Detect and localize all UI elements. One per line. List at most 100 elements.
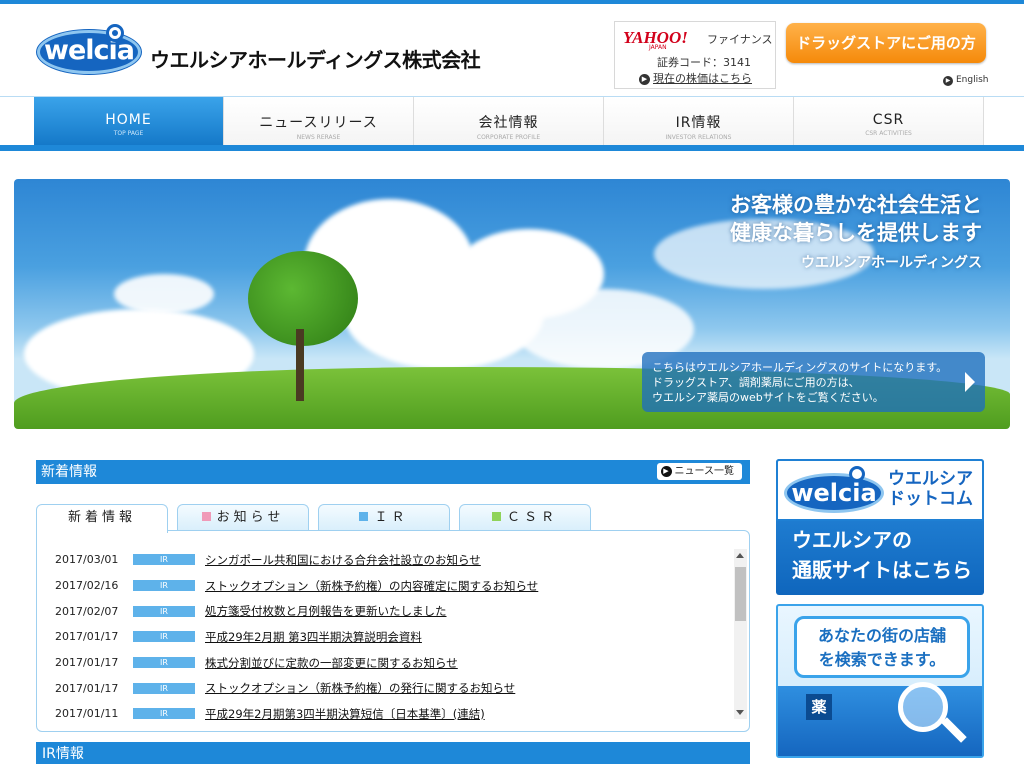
news-section-header: 新着情報 ニュース一覧 <box>36 460 750 484</box>
news-list-button[interactable]: ニュース一覧 <box>656 463 742 480</box>
hero-box-line2: ドラッグストア、調剤薬局にご用の方は、 <box>652 376 860 389</box>
ir-heading: IR情報 <box>42 746 84 762</box>
banner-logo-text: welcia <box>791 479 877 507</box>
news-title-link[interactable]: 平成29年2月期 第3四半期決算説明会資料 <box>205 629 422 645</box>
news-title-link[interactable]: 株式分割並びに定款の一部変更に関するお知らせ <box>205 655 458 671</box>
hero-box-line3: ウエルシア薬局のwebサイトをご覧ください。 <box>652 391 884 404</box>
news-tag: IR <box>133 554 195 566</box>
news-row: 2017/02/07 IR 処方箋受付枚数と月例報告を更新いたしました <box>55 598 730 624</box>
nav-ir[interactable]: IR情報 INVESTOR RELATIONS <box>604 97 794 146</box>
news-date: 2017/01/17 <box>55 630 119 644</box>
news-scrollbar[interactable] <box>734 549 747 719</box>
hero-drugstore-link[interactable]: こちらはウエルシアホールディングスのサイトになります。 ドラッグストア、調剤薬局… <box>642 352 985 412</box>
news-panel: 2017/03/01 IR シンガポール共和国における合弁会社設立のお知らせ 2… <box>36 530 750 732</box>
news-row: 2017/01/17 IR 平成29年2月期 第3四半期決算説明会資料 <box>55 624 730 650</box>
news-title-link[interactable]: 平成29年2月期第3四半期決算短信〔日本基準〕(連結) <box>205 706 485 722</box>
magnifier-icon <box>898 682 948 732</box>
tab-notices[interactable]: お知らせ <box>177 504 309 532</box>
news-title-link[interactable]: ストックオプション（新株予約権）の発行に関するお知らせ <box>205 680 515 696</box>
nav-corporate[interactable]: 会社情報 CORPORATE PROFILE <box>414 97 604 146</box>
news-tabs: 新着情報 お知らせ ＩＲ ＣＳＲ <box>36 504 750 533</box>
pharmacy-sign: 薬 <box>806 694 832 720</box>
nav-label: HOME <box>105 112 152 128</box>
news-row: 2017/01/17 IR 株式分割並びに定款の一部変更に関するお知らせ <box>55 650 730 676</box>
news-tag: IR <box>133 682 195 694</box>
nav-label: CSR <box>872 112 905 128</box>
news-title-link[interactable]: シンガポール共和国における合弁会社設立のお知らせ <box>205 552 481 568</box>
banner1-text-line2: 通販サイトはこちら <box>792 558 972 582</box>
cloud-shape <box>114 274 214 314</box>
news-tag: IR <box>133 631 195 643</box>
news-date: 2017/01/17 <box>55 681 119 695</box>
news-row: 2017/01/17 IR ストックオプション（新株予約権）の発行に関するお知ら… <box>55 675 730 701</box>
slogan-company: ウエルシアホールディングス <box>800 255 982 271</box>
yahoo-finance-label: ファイナンス <box>707 33 773 46</box>
tab-all-news[interactable]: 新着情報 <box>36 504 168 533</box>
nav-sublabel: CORPORATE PROFILE <box>476 134 541 141</box>
blue-square-icon <box>359 512 369 521</box>
nav-sublabel: NEWS RERASE <box>296 134 341 141</box>
nav-label: ニュースリリース <box>259 115 378 131</box>
banner1-title-line2: ドットコム <box>888 489 973 509</box>
banner1-top: welcia ウエルシア ドットコム <box>776 459 984 521</box>
hero-banner: お客様の豊かな社会生活と 健康な暮らしを提供します ウエルシアホールディングス … <box>14 179 1010 429</box>
welcia-logo[interactable]: welcia <box>37 24 141 74</box>
news-title-link[interactable]: ストックオプション（新株予約権）の内容確定に関するお知らせ <box>205 578 538 594</box>
banner2-line2: を検索できます。 <box>818 650 946 669</box>
news-date: 2017/01/11 <box>55 707 119 721</box>
store-search-bubble: あなたの街の店舗 を検索できます。 <box>794 616 970 678</box>
yahoo-finance-box[interactable]: YAHOO! JAPAN ファイナンス 証券コード：3141 現在の株価はこちら <box>614 21 776 89</box>
news-tag: IR <box>133 605 195 617</box>
company-name: ウエルシアホールディングス株式会社 <box>150 48 481 72</box>
tab-label: 新着情報 <box>67 510 136 525</box>
banner1-title: ウエルシア ドットコム <box>888 469 973 509</box>
news-date: 2017/02/07 <box>55 604 119 618</box>
tab-ir[interactable]: ＩＲ <box>318 504 450 532</box>
tab-label: ＣＳＲ <box>506 510 558 525</box>
news-date: 2017/03/01 <box>55 553 119 567</box>
slogan-line1: お客様の豊かな社会生活と <box>730 193 982 217</box>
scroll-thumb[interactable] <box>735 567 746 621</box>
nav-sublabel: TOP PAGE <box>113 130 144 137</box>
drugstore-button[interactable]: ドラッグストアにご用の方 <box>786 23 986 63</box>
nav-label: 会社情報 <box>478 115 539 131</box>
pink-square-icon <box>201 512 211 521</box>
site-header: welcia ウエルシアホールディングス株式会社 YAHOO! JAPAN ファ… <box>0 4 1024 96</box>
news-title-link[interactable]: 処方箋受付枚数と月例報告を更新いたしました <box>205 603 447 619</box>
news-tag: IR <box>133 657 195 669</box>
stock-price-link[interactable]: 現在の株価はこちら <box>639 70 752 86</box>
tab-label: ＩＲ <box>374 510 409 525</box>
stock-code: 証券コード：3141 <box>657 56 751 69</box>
english-link[interactable]: English <box>943 75 989 86</box>
scroll-up-icon[interactable] <box>736 553 744 558</box>
banner2-line1: あなたの街の店舗 <box>817 626 946 645</box>
nav-news-release[interactable]: ニュースリリース NEWS RERASE <box>224 97 414 146</box>
nav-label: IR情報 <box>675 115 722 131</box>
arrow-right-icon <box>965 372 975 392</box>
welcia-dotcom-banner[interactable]: welcia ウエルシア ドットコム ウエルシアの 通販サイトはこちら <box>776 459 984 595</box>
global-nav: HOME TOP PAGE ニュースリリース NEWS RERASE 会社情報 … <box>0 96 1024 151</box>
nav-sublabel: CSR ACTIVITIES <box>865 130 912 137</box>
nav-csr[interactable]: CSR CSR ACTIVITIES <box>794 97 984 146</box>
news-tag: IR <box>133 708 195 720</box>
tab-csr[interactable]: ＣＳＲ <box>459 504 591 532</box>
yahoo-brand-sub: JAPAN <box>649 44 667 51</box>
news-row: 2017/03/01 IR シンガポール共和国における合弁会社設立のお知らせ <box>55 547 730 573</box>
banner-logo: welcia <box>784 466 884 513</box>
news-heading: 新着情報 <box>41 464 97 480</box>
store-search-banner[interactable]: あなたの街の店舗 を検索できます。 薬 <box>776 604 984 758</box>
green-square-icon <box>491 512 501 521</box>
news-date: 2017/01/17 <box>55 656 119 670</box>
tab-label: お知らせ <box>216 510 285 525</box>
banner1-text-line1: ウエルシアの <box>792 528 912 552</box>
news-date: 2017/02/16 <box>55 579 119 593</box>
scroll-down-icon[interactable] <box>736 710 744 715</box>
hero-slogan: お客様の豊かな社会生活と 健康な暮らしを提供します ウエルシアホールディングス <box>730 191 982 277</box>
logo-text: welcia <box>44 35 135 66</box>
banner1-title-line1: ウエルシア <box>888 469 973 489</box>
hero-box-line1: こちらはウエルシアホールディングスのサイトになります。 <box>652 361 948 374</box>
nav-home[interactable]: HOME TOP PAGE <box>34 97 224 146</box>
ir-section-header: IR情報 <box>36 742 750 764</box>
news-row: 2017/02/16 IR ストックオプション（新株予約権）の内容確定に関するお… <box>55 573 730 599</box>
news-list: 2017/03/01 IR シンガポール共和国における合弁会社設立のお知らせ 2… <box>55 547 730 727</box>
